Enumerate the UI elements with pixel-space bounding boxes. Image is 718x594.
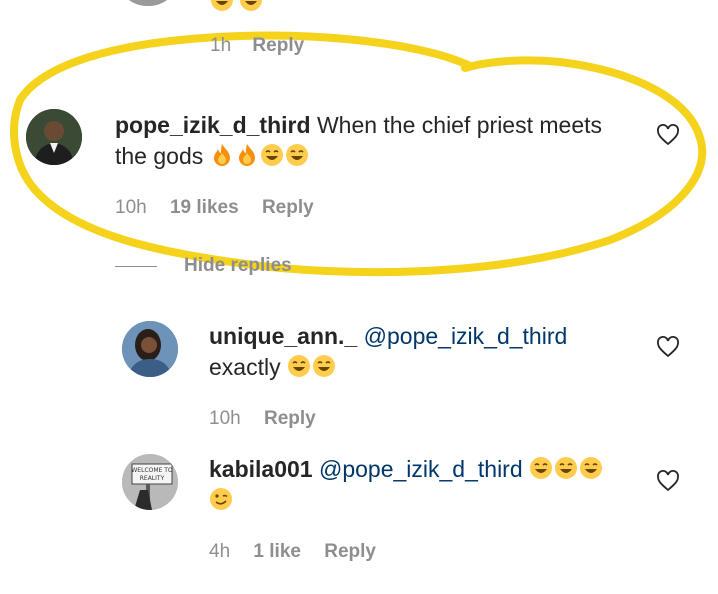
laughing-emoji bbox=[580, 457, 603, 479]
reply-meta: 10h Reply bbox=[209, 408, 316, 430]
avatar[interactable]: WELCOME TO REALITY bbox=[122, 454, 178, 510]
reply-time: 10h bbox=[209, 408, 241, 429]
avatar[interactable] bbox=[122, 321, 178, 377]
fire-emoji bbox=[238, 144, 255, 166]
reply-button[interactable]: Reply bbox=[252, 35, 304, 56]
hide-replies-button[interactable]: Hide replies bbox=[184, 255, 292, 277]
reply-body: kabila001 @pope_izik_d_third bbox=[209, 454, 639, 516]
reply-username[interactable]: kabila001 bbox=[209, 456, 313, 482]
person-avatar-icon bbox=[26, 109, 82, 165]
comment-meta: 10h 19 likes Reply bbox=[115, 197, 314, 219]
previous-comment-emojis bbox=[210, 0, 264, 14]
laughing-emoji bbox=[530, 457, 553, 479]
reply-time: 4h bbox=[209, 541, 231, 562]
welcome-sign-avatar-icon: WELCOME TO REALITY bbox=[122, 454, 178, 510]
hide-replies-divider bbox=[115, 266, 157, 267]
reply-body: unique_ann._ @pope_izik_d_third exactly bbox=[209, 321, 629, 383]
heart-icon[interactable] bbox=[656, 470, 680, 492]
mention-link[interactable]: @pope_izik_d_third bbox=[364, 323, 568, 349]
laughing-emoji bbox=[555, 457, 578, 479]
comment-text-line1: When the chief priest meets bbox=[316, 112, 603, 138]
fire-emoji bbox=[213, 144, 230, 166]
mention-link[interactable]: @pope_izik_d_third bbox=[319, 456, 523, 482]
laughing-emoji bbox=[240, 0, 263, 11]
laughing-emoji bbox=[285, 144, 308, 166]
svg-text:WELCOME TO: WELCOME TO bbox=[131, 467, 173, 474]
heart-icon[interactable] bbox=[656, 336, 680, 358]
laughing-emoji bbox=[312, 355, 335, 377]
laughing-emoji bbox=[260, 144, 283, 166]
reply-button[interactable]: Reply bbox=[264, 408, 316, 429]
previous-comment-meta: 1h Reply bbox=[210, 35, 304, 57]
avatar[interactable] bbox=[26, 109, 82, 165]
person-avatar-icon bbox=[122, 321, 178, 377]
reply-text: exactly bbox=[209, 354, 281, 380]
heart-icon[interactable] bbox=[656, 124, 680, 146]
reply-username[interactable]: unique_ann._ bbox=[209, 323, 357, 349]
laughing-emoji bbox=[211, 0, 233, 11]
reply-button[interactable]: Reply bbox=[324, 541, 376, 562]
likes-count[interactable]: 19 likes bbox=[170, 197, 239, 218]
comment-time: 1h bbox=[210, 35, 232, 56]
comment-body: pope_izik_d_third When the chief priest … bbox=[115, 110, 635, 172]
likes-count[interactable]: 1 like bbox=[253, 541, 301, 562]
reply-button[interactable]: Reply bbox=[262, 197, 314, 218]
comment-username[interactable]: pope_izik_d_third bbox=[115, 112, 311, 138]
winking-emoji bbox=[210, 488, 232, 510]
comment-time: 10h bbox=[115, 197, 147, 218]
laughing-emoji bbox=[287, 355, 310, 377]
comment-text-line2: the gods bbox=[115, 143, 204, 169]
svg-text:REALITY: REALITY bbox=[140, 475, 165, 482]
reply-meta: 4h 1 like Reply bbox=[209, 541, 376, 563]
